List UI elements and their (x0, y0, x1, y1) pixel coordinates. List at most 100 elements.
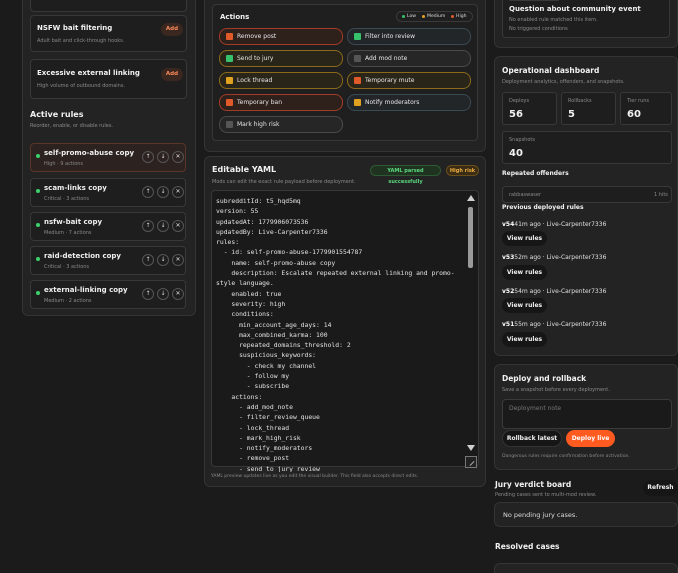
scroll-down-arrow-icon[interactable] (467, 445, 475, 451)
action-remove-post[interactable]: Remove post (219, 28, 343, 45)
yaml-code[interactable]: subredditId: t5_hqd5mq version: 55 updat… (216, 196, 464, 472)
rule-meta: High · 9 actions (44, 161, 84, 167)
active-rule-item[interactable]: external-linking copy Medium · 2 actions… (30, 280, 186, 309)
move-up-button[interactable]: ↑ (142, 254, 154, 266)
view-rules-button[interactable]: View rules (502, 298, 547, 313)
rule-meta: Medium · 2 actions (44, 298, 92, 304)
action-temporary-ban[interactable]: Temporary ban (219, 94, 343, 111)
preview-line-1: No enabled rule matched this item. (509, 17, 598, 23)
rule-name: raid-detection copy (44, 252, 121, 260)
remove-rule-button[interactable]: ✕ (172, 254, 184, 266)
move-up-button[interactable]: ↑ (142, 186, 154, 198)
action-label: Temporary mute (365, 77, 415, 84)
deploy-author: Live-Carpenter7336 (546, 288, 607, 295)
move-down-button[interactable]: ↓ (157, 254, 169, 266)
yaml-title: Editable YAML (212, 165, 277, 174)
enabled-indicator (36, 257, 40, 261)
remove-rule-button[interactable]: ✕ (172, 186, 184, 198)
move-up-button[interactable]: ↑ (142, 151, 154, 163)
high-dot-icon (451, 15, 454, 18)
remove-rule-button[interactable]: ✕ (172, 220, 184, 232)
deploy-when: 55m ago (514, 321, 541, 328)
move-up-button[interactable]: ↑ (142, 288, 154, 300)
deploy-live-button[interactable]: Deploy live (566, 430, 615, 447)
deploy-warning: Dangerous rules require confirmation bef… (502, 454, 630, 459)
enabled-indicator (36, 189, 40, 193)
action-label: Lock thread (237, 77, 273, 84)
rule-meta: Medium · 7 actions (44, 230, 92, 236)
yaml-scrollbar[interactable] (465, 193, 476, 457)
legend-low: Low (407, 14, 417, 19)
jury-empty-text: No pending jury cases. (503, 511, 578, 519)
move-down-button[interactable]: ↓ (157, 186, 169, 198)
deploy-subtitle: Save a snapshot before every deployment. (502, 387, 610, 393)
action-add-mod-note[interactable]: Add mod note (347, 50, 471, 67)
active-rule-item[interactable]: raid-detection copy Critical · 3 actions… (30, 246, 186, 275)
checkbox-icon (354, 55, 361, 62)
jury-empty-card: No pending jury cases. (494, 502, 678, 527)
action-notify-moderators[interactable]: Notify moderators (347, 94, 471, 111)
checkbox-icon (226, 55, 233, 62)
enabled-indicator (36, 223, 40, 227)
stat-snapshots: Snapshots 40 (502, 131, 672, 164)
offender-hits: 1 hits (654, 192, 668, 198)
move-down-button[interactable]: ↓ (157, 220, 169, 232)
rule-name: external-linking copy (44, 286, 128, 294)
resize-handle-icon[interactable] (465, 456, 477, 468)
scroll-up-arrow-icon[interactable] (467, 195, 475, 201)
preview-title: Question about community event (509, 5, 641, 13)
enabled-indicator (36, 291, 40, 295)
action-label: Temporary ban (237, 99, 283, 106)
deploy-entry: v5155m ago · Live-Carpenter7336 (502, 321, 607, 328)
rule-meta: Critical · 3 actions (44, 196, 90, 202)
stat-deploys: Deploys 56 (502, 92, 557, 125)
action-filter-review[interactable]: Filter into review (347, 28, 471, 45)
checkbox-icon (226, 77, 233, 84)
action-label: Notify moderators (365, 99, 420, 106)
stat-rollbacks: Rollbacks 5 (561, 92, 616, 125)
active-rule-item[interactable]: self-promo-abuse copy High · 9 actions ↑… (30, 143, 186, 172)
rule-meta: Critical · 3 actions (44, 264, 90, 270)
stat-value: 40 (509, 148, 523, 159)
action-send-to-jury[interactable]: Send to jury (219, 50, 343, 67)
view-rules-button[interactable]: View rules (502, 231, 547, 246)
action-label: Mark high risk (237, 121, 280, 128)
remove-rule-button[interactable]: ✕ (172, 288, 184, 300)
action-label: Send to jury (237, 55, 274, 62)
jury-title: Jury verdict board (495, 480, 572, 489)
remove-rule-button[interactable]: ✕ (172, 151, 184, 163)
low-dot-icon (402, 15, 405, 18)
stat-label: Snapshots (509, 137, 535, 143)
active-rules-list: self-promo-abuse copy High · 9 actions ↑… (22, 0, 196, 330)
view-rules-button[interactable]: View rules (502, 332, 547, 347)
active-rule-item[interactable]: nsfw-bait copy Medium · 7 actions ↑ ↓ ✕ (30, 212, 186, 241)
resolved-title: Resolved cases (495, 542, 560, 551)
jury-subtitle: Pending cases sent to multi-mod review. (495, 492, 597, 498)
action-temporary-mute[interactable]: Temporary mute (347, 72, 471, 89)
move-down-button[interactable]: ↓ (157, 288, 169, 300)
action-mark-high-risk[interactable]: Mark high risk (219, 116, 343, 133)
rollback-latest-button[interactable]: Rollback latest (502, 430, 562, 447)
deploy-when: 41m ago (514, 221, 541, 228)
move-down-button[interactable]: ↓ (157, 151, 169, 163)
action-lock-thread[interactable]: Lock thread (219, 72, 343, 89)
view-rules-button[interactable]: View rules (502, 265, 547, 280)
medium-dot-icon (422, 15, 425, 18)
stat-value: 5 (568, 109, 575, 120)
risk-badge: High risk (446, 165, 479, 176)
stat-label: Tier runs (627, 98, 650, 104)
checkbox-icon (354, 99, 361, 106)
ops-title: Operational dashboard (502, 66, 600, 75)
active-rule-item[interactable]: scam-links copy Critical · 3 actions ↑ ↓… (30, 178, 186, 207)
ops-subtitle: Deployment analytics, offenders, and sna… (502, 79, 625, 85)
checkbox-icon (226, 121, 233, 128)
stat-tier-runs: Tier runs 60 (620, 92, 672, 125)
deployment-note-input[interactable] (502, 399, 672, 429)
move-up-button[interactable]: ↑ (142, 220, 154, 232)
deploy-author: Live-Carpenter7336 (546, 221, 607, 228)
refresh-button[interactable]: Refresh (643, 480, 678, 496)
scroll-thumb[interactable] (468, 207, 473, 268)
risk-legend: Low Medium High (396, 11, 473, 22)
deploy-when: 54m ago (514, 288, 541, 295)
stat-value: 56 (509, 109, 523, 120)
